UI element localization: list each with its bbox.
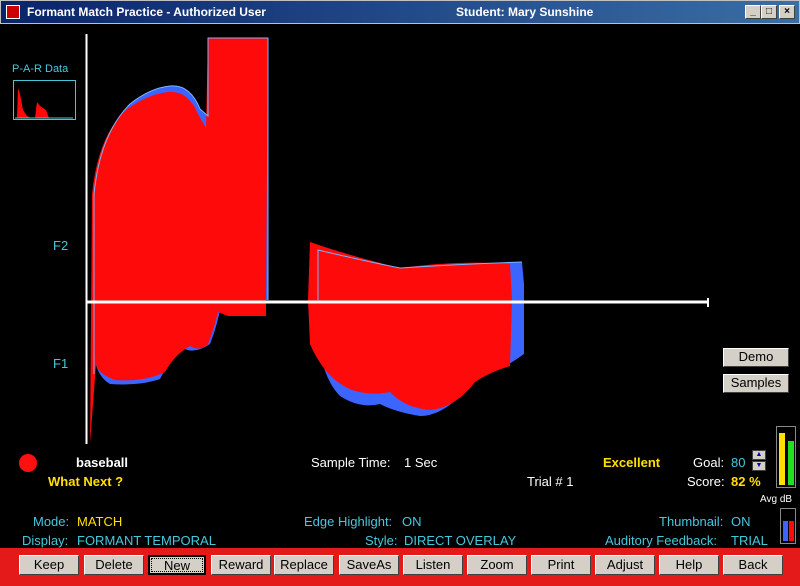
minimize-button[interactable]: _ (745, 5, 761, 19)
print-button[interactable]: Print (531, 555, 591, 575)
mode-value[interactable]: MATCH (77, 514, 122, 529)
score-value: 82 % (731, 474, 761, 489)
target-word: baseball (76, 455, 129, 470)
display-value[interactable]: FORMANT TEMPORAL (77, 533, 216, 548)
what-next-link[interactable]: What Next ? (48, 474, 123, 489)
auditory-feedback-value[interactable]: TRIAL (731, 533, 768, 548)
level-meter (776, 426, 796, 488)
mode-label: Mode: (33, 514, 70, 529)
formant-plot[interactable] (0, 24, 800, 454)
goal-label: Goal: (693, 455, 725, 470)
close-button[interactable]: × (779, 5, 795, 19)
rating-text: Excellent (603, 455, 661, 470)
replace-button[interactable]: Replace (274, 555, 334, 575)
goal-up-icon[interactable]: ▲ (752, 450, 766, 460)
maximize-button[interactable]: □ (761, 5, 777, 19)
saveas-button[interactable]: SaveAs (339, 555, 399, 575)
style-value[interactable]: DIRECT OVERLAY (404, 533, 516, 548)
goal-down-icon[interactable]: ▼ (752, 461, 766, 471)
delete-button[interactable]: Delete (84, 555, 144, 575)
app-icon[interactable] (6, 5, 20, 19)
listen-button[interactable]: Listen (403, 555, 463, 575)
student-name: Student: Mary Sunshine (456, 5, 594, 19)
keep-button[interactable]: Keep (19, 555, 79, 575)
sample-time-label: Sample Time: (311, 455, 391, 470)
help-button[interactable]: Help (659, 555, 719, 575)
display-label: Display: (22, 533, 69, 548)
bottom-toolbar: Keep Delete New Reward Replace SaveAs Li… (0, 548, 800, 586)
back-button[interactable]: Back (723, 555, 783, 575)
edge-highlight-value[interactable]: ON (402, 514, 422, 529)
sample-time-value[interactable]: 1 Sec (404, 455, 437, 470)
trial-number: Trial # 1 (527, 474, 574, 489)
score-label: Score: (687, 474, 725, 489)
adjust-button[interactable]: Adjust (595, 555, 655, 575)
window-title: Formant Match Practice - Authorized User (27, 5, 266, 19)
style-label: Style: (365, 533, 398, 548)
avg-db-meter (780, 508, 796, 544)
edge-highlight-label: Edge Highlight: (304, 514, 393, 529)
new-button[interactable]: New (148, 555, 206, 575)
goal-stepper[interactable]: ▲ ▼ (752, 450, 766, 472)
title-bar[interactable]: Formant Match Practice - Authorized User… (0, 0, 800, 24)
reward-button[interactable]: Reward (211, 555, 271, 575)
samples-button[interactable]: Samples (723, 374, 789, 393)
thumbnail-value[interactable]: ON (731, 514, 751, 529)
zoom-button[interactable]: Zoom (467, 555, 527, 575)
goal-value: 80 (731, 455, 746, 470)
thumbnail-label: Thumbnail: (659, 514, 724, 529)
record-indicator[interactable] (19, 454, 37, 472)
main-area: P-A-R Data F2 F1 Demo Samples baseball W… (0, 24, 800, 548)
demo-button[interactable]: Demo (723, 348, 789, 367)
auditory-feedback-label: Auditory Feedback: (605, 533, 718, 548)
avg-db-label: Avg dB (760, 494, 793, 505)
